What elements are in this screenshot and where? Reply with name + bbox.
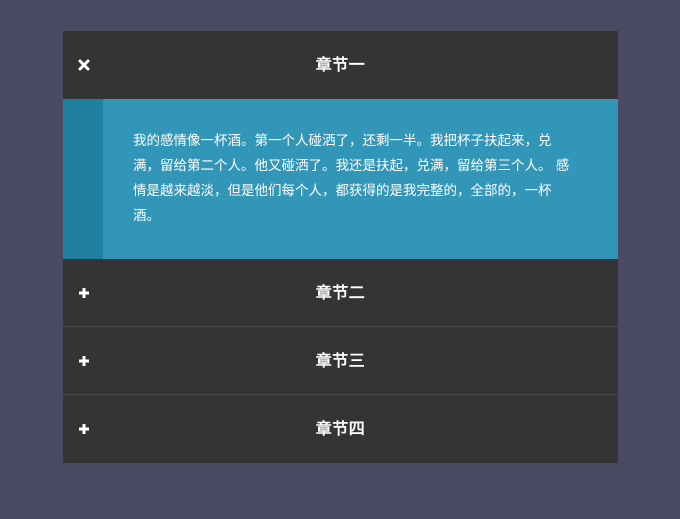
accordion-panel-text: 我的感情像一杯酒。第一个人碰洒了，还剩一半。我把杯子扶起来，兑满，留给第二个人。… <box>133 133 570 224</box>
accordion-header-1[interactable]: 章节一 <box>63 31 618 99</box>
accordion: 章节一 我的感情像一杯酒。第一个人碰洒了，还剩一半。我把杯子扶起来，兑满，留给第… <box>63 31 618 463</box>
accordion-header-2[interactable]: 章节二 <box>63 259 618 327</box>
accordion-panel-strip <box>63 99 103 259</box>
accordion-header-3[interactable]: 章节三 <box>63 327 618 395</box>
accordion-title-4: 章节四 <box>315 419 366 438</box>
accordion-header-4[interactable]: 章节四 <box>63 395 618 463</box>
accordion-title-2: 章节二 <box>315 283 366 302</box>
accordion-title-1: 章节一 <box>315 55 366 74</box>
accordion-panel-1: 我的感情像一杯酒。第一个人碰洒了，还剩一半。我把杯子扶起来，兑满，留给第二个人。… <box>63 99 618 259</box>
accordion-title-3: 章节三 <box>315 351 366 370</box>
